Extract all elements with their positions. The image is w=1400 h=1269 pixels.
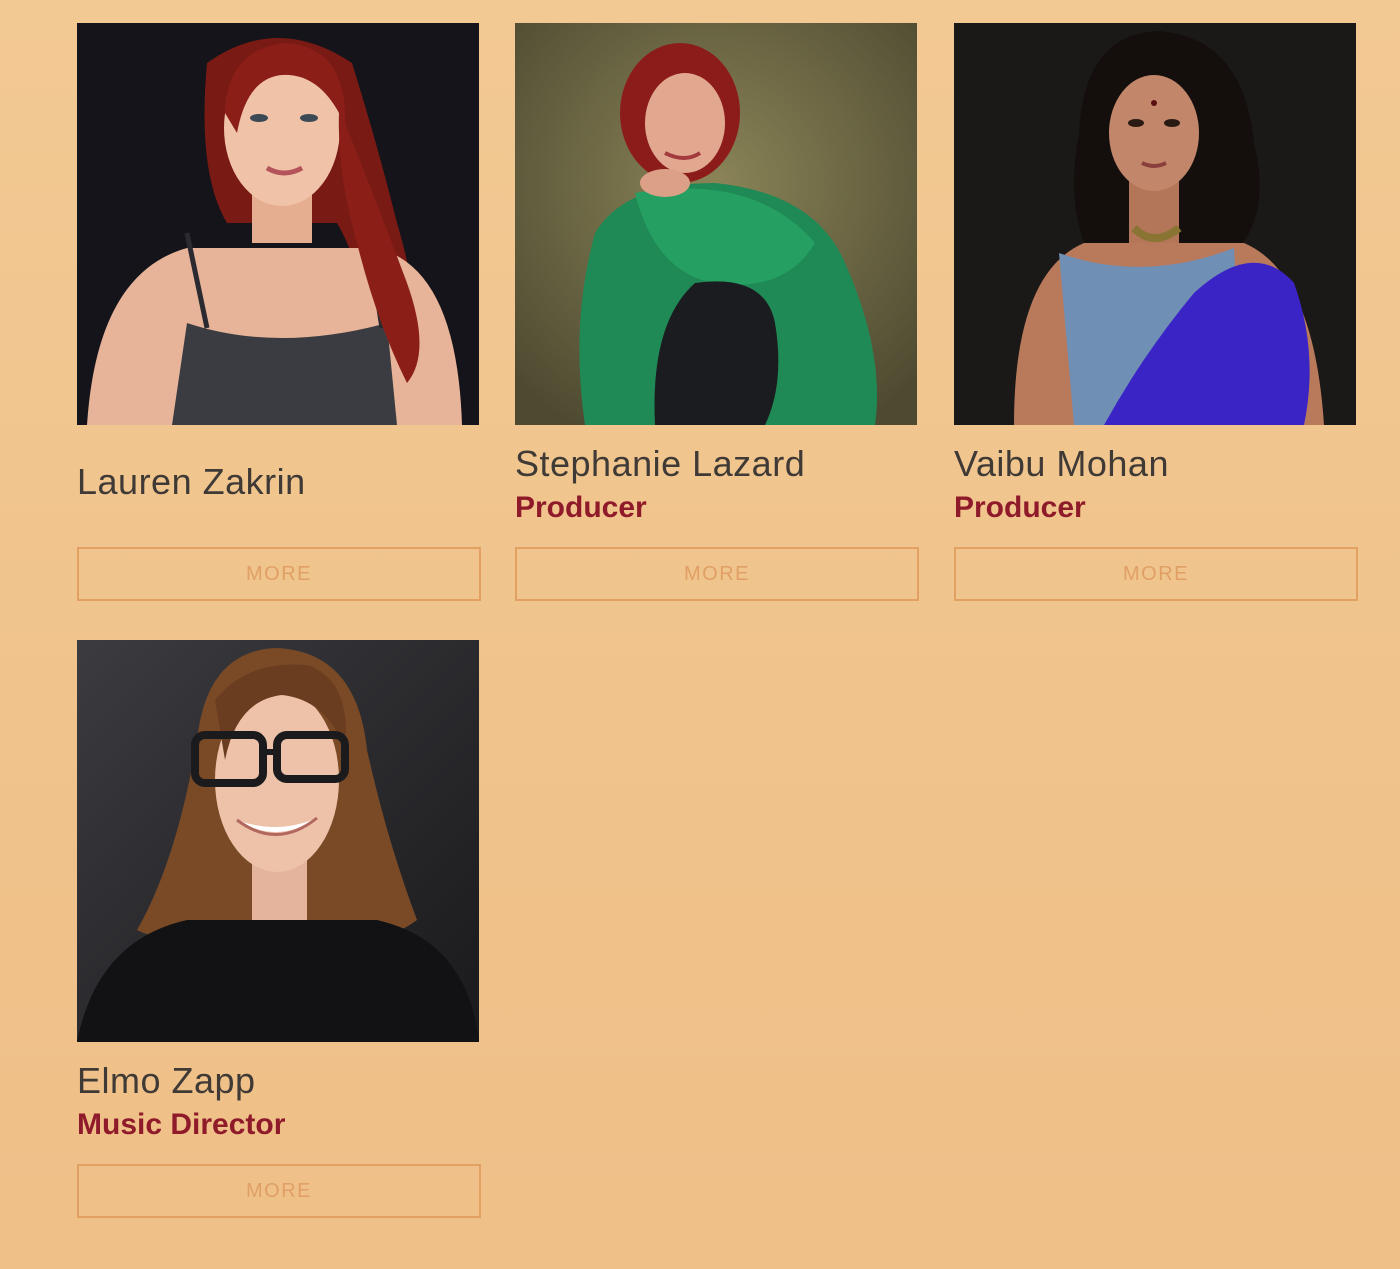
team-card-stephanie-lazard: Stephanie Lazard Producer MORE [515,23,919,601]
member-role: Music Director [77,1108,286,1141]
more-button[interactable]: MORE [515,547,919,601]
more-button[interactable]: MORE [954,547,1358,601]
portrait-image-lauren [77,23,479,425]
member-name: Lauren Zakrin [77,461,306,502]
portrait-image-vaibu [954,23,1356,425]
portrait-photo[interactable] [954,23,1356,425]
portrait-photo[interactable] [515,23,917,425]
member-name: Vaibu Mohan [954,443,1169,484]
member-role: Producer [954,491,1086,524]
member-name: Stephanie Lazard [515,443,806,484]
team-card-vaibu-mohan: Vaibu Mohan Producer MORE [954,23,1358,601]
member-name: Elmo Zapp [77,1060,256,1101]
portrait-image-elmo [77,640,479,1042]
portrait-photo[interactable] [77,640,479,1042]
member-role: Producer [515,491,647,524]
team-card-elmo-zapp: Elmo Zapp Music Director MORE [77,640,481,1218]
team-card-lauren-zakrin: Lauren Zakrin MORE [77,23,481,601]
portrait-image-stephanie [515,23,917,425]
more-button[interactable]: MORE [77,547,481,601]
portrait-photo[interactable] [77,23,479,425]
more-button[interactable]: MORE [77,1164,481,1218]
